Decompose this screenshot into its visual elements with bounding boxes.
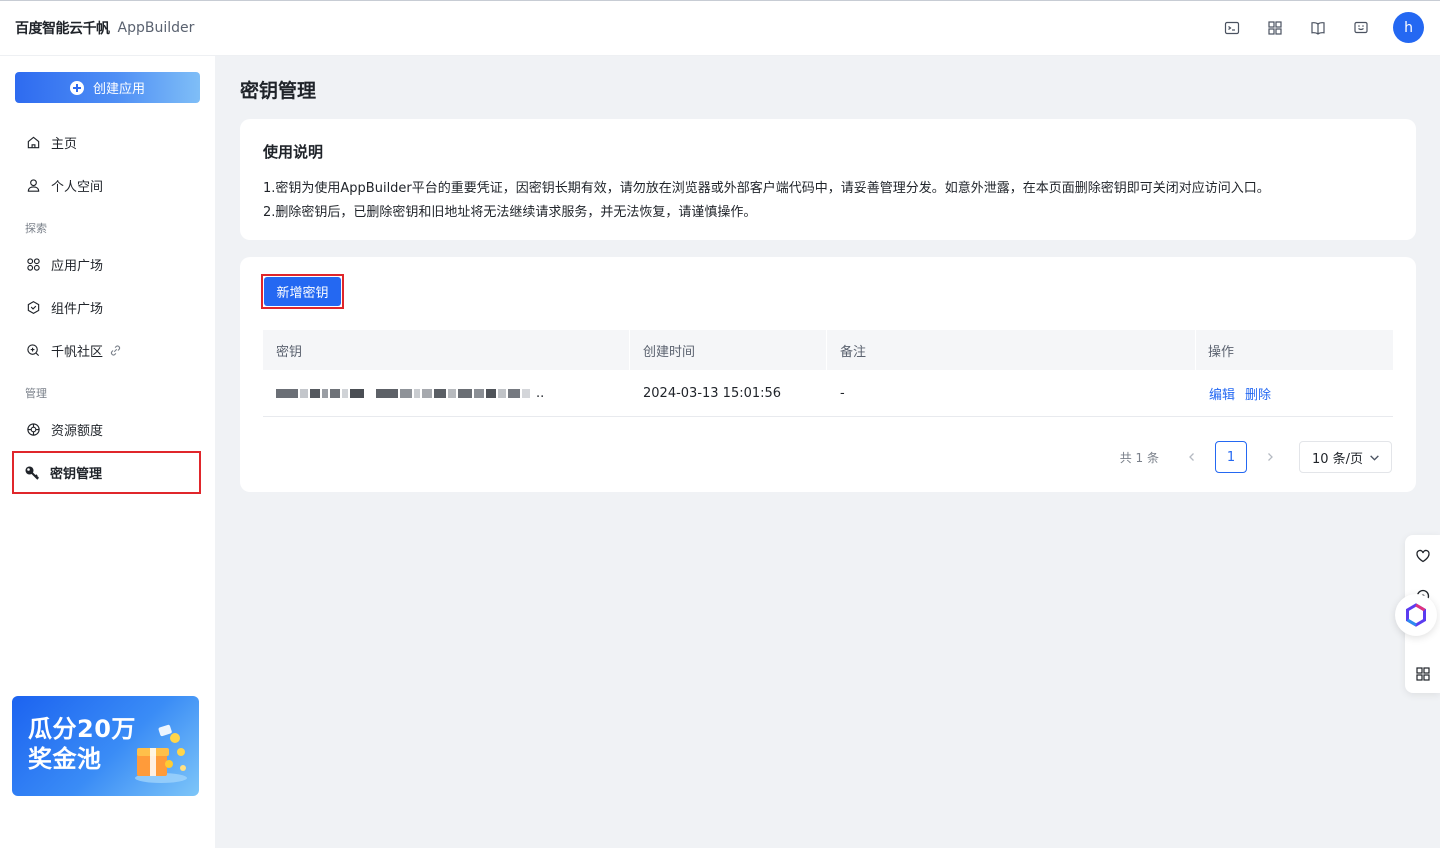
sidebar-section-manage: 管理 — [25, 387, 47, 400]
sidebar-item-label: 密钥管理 — [50, 467, 103, 482]
column-header-key: 密钥 — [276, 344, 303, 360]
brand-logo[interactable]: 百度智能云千帆 AppBuilder — [15, 18, 194, 38]
pagination: 共 1 条 1 10 条/页 — [1120, 441, 1392, 473]
usage-notice-card: 使用说明 1.密钥为使用AppBuilder平台的重要凭证，因密钥长期有效，请勿… — [240, 119, 1416, 240]
component-icon — [25, 299, 41, 315]
heart-icon[interactable] — [1414, 547, 1432, 565]
sidebar-item-key-management[interactable]: 密钥管理 — [12, 451, 201, 494]
page-title: 密钥管理 — [240, 80, 317, 102]
sidebar-item-label: 组件广场 — [51, 301, 104, 317]
actions-cell: 编辑 删除 — [1209, 370, 1281, 417]
sidebar-item-component-square[interactable]: 组件广场 — [14, 287, 200, 327]
edit-link[interactable]: 编辑 — [1209, 384, 1235, 403]
column-header-actions: 操作 — [1208, 344, 1235, 360]
key-table: 密钥 创建时间 备注 操作 .. 2024-03-13 15:01:56 - 编… — [263, 330, 1393, 417]
table-header: 密钥 创建时间 备注 操作 — [263, 330, 1393, 370]
key-list-card: 新增密钥 密钥 创建时间 备注 操作 .. 2024-03-13 15:01:5… — [240, 257, 1416, 492]
gift-box-illustration — [129, 716, 189, 786]
add-key-highlight: 新增密钥 — [261, 274, 344, 309]
grid-icon[interactable] — [1414, 665, 1432, 683]
user-avatar[interactable]: h — [1393, 12, 1424, 43]
key-value-masked[interactable]: .. — [276, 370, 544, 417]
assistant-logo-icon[interactable] — [1395, 594, 1437, 636]
column-header-note: 备注 — [840, 344, 867, 360]
column-divider — [826, 330, 827, 370]
add-key-button[interactable]: 新增密钥 — [264, 277, 341, 306]
header-actions: h — [1202, 12, 1424, 43]
column-divider — [1195, 330, 1196, 370]
sidebar-item-label: 主页 — [51, 136, 78, 152]
feedback-icon[interactable] — [1348, 15, 1374, 41]
top-header: 百度智能云千帆 AppBuilder h — [0, 0, 1440, 56]
sidebar-item-home[interactable]: 主页 — [14, 122, 200, 162]
community-icon — [25, 342, 41, 358]
delete-link[interactable]: 删除 — [1245, 384, 1271, 403]
notice-line-2: 2.删除密钥后，已删除密钥和旧地址将无法继续请求服务，并无法恢复，请谨慎操作。 — [263, 205, 757, 220]
note-cell: - — [840, 386, 845, 401]
table-row: .. 2024-03-13 15:01:56 - 编辑 删除 — [263, 370, 1393, 417]
sidebar-item-label: 应用广场 — [51, 258, 104, 274]
promo-text: 瓜分20万 奖金池 — [28, 714, 136, 774]
page-size-value: 10 条/页 — [1312, 451, 1364, 467]
plus-circle-icon — [69, 80, 84, 95]
brand-name: 百度智能云千帆 — [15, 21, 110, 37]
sidebar-item-community[interactable]: 千帆社区 — [14, 330, 200, 370]
prev-page-icon[interactable] — [1181, 446, 1203, 468]
sidebar: 创建应用 主页 个人空间 探索 应用广场 组件广场 千帆社区 管理 资源额度 密… — [0, 56, 215, 848]
sidebar-item-personal-space[interactable]: 个人空间 — [14, 165, 200, 205]
notice-title: 使用说明 — [263, 143, 324, 161]
key-icon — [24, 465, 40, 481]
column-header-created: 创建时间 — [643, 344, 696, 360]
terminal-icon[interactable] — [1219, 15, 1245, 41]
created-time-cell: 2024-03-13 15:01:56 — [643, 386, 782, 401]
promo-banner[interactable]: 瓜分20万 奖金池 — [12, 696, 199, 796]
apps-icon — [25, 256, 41, 272]
create-app-label: 创建应用 — [92, 82, 145, 97]
column-divider — [629, 330, 630, 370]
sidebar-item-label: 个人空间 — [51, 179, 104, 195]
key-ellipsis: .. — [536, 386, 545, 401]
sidebar-section-explore: 探索 — [25, 222, 47, 235]
book-icon[interactable] — [1305, 15, 1331, 41]
promo-line-2: 奖金池 — [28, 745, 102, 773]
chevron-down-icon — [1369, 452, 1380, 467]
create-app-button[interactable]: 创建应用 — [15, 72, 200, 103]
total-count: 共 1 条 — [1119, 450, 1159, 465]
next-page-icon[interactable] — [1259, 446, 1281, 468]
notice-line-1: 1.密钥为使用AppBuilder平台的重要凭证，因密钥长期有效，请勿放在浏览器… — [263, 181, 1270, 196]
quota-icon — [25, 421, 41, 437]
page-number-current[interactable]: 1 — [1215, 441, 1247, 473]
sidebar-item-app-square[interactable]: 应用广场 — [14, 244, 200, 284]
page-size-select[interactable]: 10 条/页 — [1299, 441, 1392, 473]
sidebar-item-resource-quota[interactable]: 资源额度 — [14, 409, 200, 449]
promo-line-1: 瓜分20万 — [28, 715, 136, 743]
sidebar-item-label: 千帆社区 — [51, 344, 104, 360]
user-icon — [25, 177, 41, 193]
home-icon — [25, 134, 41, 150]
grid-apps-icon[interactable] — [1262, 15, 1288, 41]
product-name: AppBuilder — [117, 20, 195, 36]
external-link-icon — [109, 344, 122, 357]
sidebar-item-label: 资源额度 — [51, 423, 104, 439]
masked-key — [276, 389, 532, 398]
